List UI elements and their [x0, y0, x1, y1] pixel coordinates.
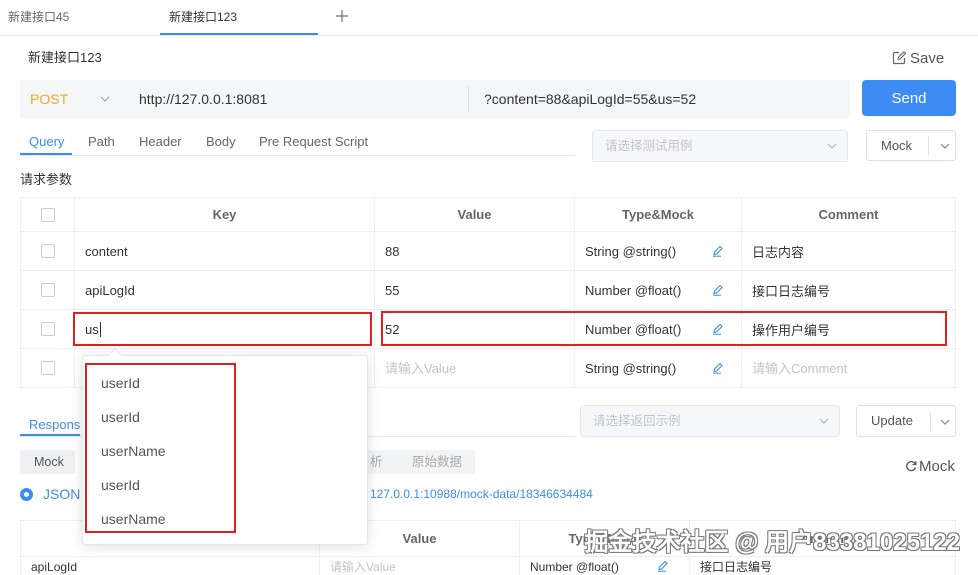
- tab-api-123[interactable]: 新建接口123: [160, 0, 318, 35]
- field-value-cell: [320, 557, 520, 575]
- field-comment[interactable]: 接口日志编号: [690, 557, 956, 575]
- param-value[interactable]: 88: [375, 232, 575, 271]
- pencil-icon[interactable]: [711, 362, 723, 374]
- param-type: Number @float(): [585, 282, 682, 298]
- param-type-cell[interactable]: String @string(): [575, 349, 742, 388]
- divider: [468, 86, 469, 112]
- chevron-down-icon: [827, 143, 837, 149]
- pencil-icon[interactable]: [656, 560, 668, 572]
- refresh-mock-label: Mock: [919, 457, 955, 475]
- tabs-divider: [20, 155, 575, 156]
- tab-response[interactable]: Respons: [29, 416, 80, 433]
- param-type-cell[interactable]: Number @float(): [575, 271, 742, 310]
- mock-button-label: Mock: [881, 138, 913, 153]
- tab-bar: 新建接口45 新建接口123: [0, 0, 978, 36]
- row-checkbox[interactable]: [40, 244, 55, 258]
- tab-pre-request-script[interactable]: Pre Request Script: [259, 133, 368, 150]
- checkbox-cell: [20, 310, 75, 349]
- divider: [928, 136, 929, 155]
- checkbox-cell: [20, 232, 75, 271]
- tab-path[interactable]: Path: [88, 133, 115, 150]
- row-checkbox[interactable]: [40, 322, 55, 336]
- table-row: apiLogId 55 Number @float() 接口日志编号: [20, 271, 956, 310]
- checkbox-cell: [20, 349, 75, 388]
- highlight-box: [85, 363, 236, 533]
- row-checkbox[interactable]: [40, 283, 55, 297]
- method-select[interactable]: POST: [30, 80, 120, 118]
- save-button[interactable]: Save: [892, 48, 944, 68]
- edit-icon: [892, 51, 906, 65]
- column-header: Key: [75, 197, 375, 232]
- column-header: Type&Mock: [575, 197, 742, 232]
- response-example-input[interactable]: [593, 406, 793, 436]
- param-value-input[interactable]: [385, 360, 565, 376]
- tab-api-45[interactable]: 新建接口45: [8, 0, 69, 35]
- checkbox-cell: [20, 271, 75, 310]
- update-split-button[interactable]: Update: [856, 405, 956, 437]
- select-all-checkbox[interactable]: [40, 207, 55, 222]
- pencil-icon[interactable]: [711, 284, 723, 296]
- url-input[interactable]: http://127.0.0.1:8081: [139, 80, 267, 118]
- param-comment[interactable]: 日志内容: [742, 232, 956, 271]
- chevron-down-icon: [819, 418, 829, 424]
- add-tab-button[interactable]: [336, 10, 348, 22]
- param-key[interactable]: apiLogId: [75, 271, 375, 310]
- format-radio[interactable]: JSON: [20, 486, 80, 502]
- tab-query[interactable]: Query: [29, 133, 64, 150]
- mock-url-link[interactable]: 127.0.0.1:10988/mock-data/18346634484: [370, 487, 593, 501]
- mock-split-button[interactable]: Mock: [866, 130, 956, 161]
- field-value-input[interactable]: [330, 560, 480, 574]
- refresh-mock-button[interactable]: Mock: [905, 457, 955, 475]
- param-type-cell[interactable]: String @string(): [575, 232, 742, 271]
- refresh-icon: [905, 460, 917, 472]
- column-header: Value: [375, 197, 575, 232]
- save-label: Save: [910, 49, 945, 67]
- param-comment-cell: [742, 349, 956, 388]
- response-example-select[interactable]: [580, 405, 840, 437]
- param-type: String @string(): [585, 243, 677, 259]
- tab-header[interactable]: Header: [139, 133, 182, 150]
- param-comment[interactable]: 接口日志编号: [742, 271, 956, 310]
- api-name: 新建接口123: [28, 50, 102, 65]
- test-case-select[interactable]: [592, 130, 848, 162]
- param-type: String @string(): [585, 360, 677, 376]
- tab-body[interactable]: Body: [206, 133, 236, 150]
- field-key[interactable]: apiLogId: [20, 557, 320, 575]
- field-type: Number @float(): [530, 560, 619, 574]
- format-label: JSON: [43, 486, 81, 502]
- param-value-cell: [375, 349, 575, 388]
- highlight-box: [73, 312, 372, 346]
- row-checkbox[interactable]: [40, 361, 55, 375]
- table-row: apiLogId Number @float() 接口日志编号: [20, 557, 956, 575]
- params-title: 请求参数: [20, 172, 73, 187]
- table-row: content 88 String @string() 日志内容: [20, 232, 956, 271]
- watermark: 掘金技术社区 @ 用户83381025122: [584, 529, 960, 556]
- chevron-down-icon[interactable]: [940, 143, 950, 149]
- view-mock-button[interactable]: Mock: [20, 450, 75, 474]
- query-string-input[interactable]: ?content=88&apiLogId=55&us=52: [484, 80, 696, 118]
- chevron-down-icon: [100, 96, 110, 102]
- test-case-input[interactable]: [605, 131, 805, 161]
- send-button[interactable]: Send: [862, 80, 956, 116]
- select-all-cell: [20, 197, 75, 232]
- request-bar: POST http://127.0.0.1:8081 ?content=88&a…: [20, 80, 850, 118]
- radio-selected-icon[interactable]: [20, 487, 33, 501]
- table-header: Key Value Type&Mock Comment: [20, 197, 956, 232]
- pencil-icon[interactable]: [711, 245, 723, 257]
- view-raw-button[interactable]: 原始数据: [412, 450, 462, 474]
- param-value[interactable]: 55: [375, 271, 575, 310]
- active-tab-indicator: [20, 434, 80, 436]
- divider: [930, 412, 931, 431]
- plus-icon: [336, 10, 348, 22]
- column-header: Comment: [742, 197, 956, 232]
- method-label: POST: [30, 91, 69, 107]
- highlight-box: [381, 311, 947, 346]
- view-parse-button[interactable]: 析: [370, 450, 383, 474]
- update-button-label: Update: [871, 413, 913, 428]
- param-key[interactable]: content: [75, 232, 375, 271]
- active-tab-indicator: [20, 153, 72, 155]
- chevron-down-icon[interactable]: [940, 419, 950, 425]
- field-type-cell[interactable]: Number @float(): [520, 557, 690, 575]
- param-comment-input[interactable]: [752, 360, 932, 376]
